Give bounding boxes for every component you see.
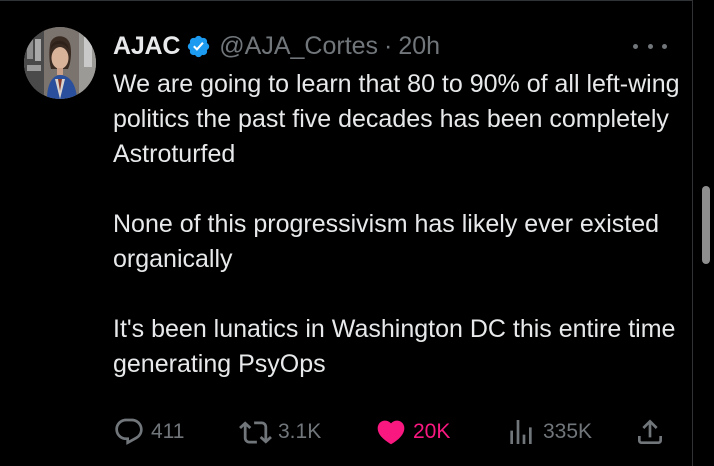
more-dot (647, 43, 653, 49)
scrollbar-thumb[interactable] (702, 186, 710, 264)
repost-button[interactable]: 3.1K (239, 414, 321, 450)
analytics-icon (510, 420, 532, 444)
reply-button[interactable]: 411 (113, 414, 184, 450)
avatar[interactable] (24, 27, 96, 99)
reply-icon (115, 418, 143, 445)
repost-icon (239, 420, 272, 444)
views-button[interactable]: 335K (505, 414, 592, 450)
tweet-timestamp[interactable]: 20h (398, 32, 440, 61)
verified-badge-icon (186, 34, 211, 59)
tweet-paragraph: None of this progressivism has likely ev… (113, 210, 660, 273)
like-count: 20K (413, 420, 451, 443)
repost-count: 3.1K (278, 420, 322, 443)
author-name[interactable]: AJAC (113, 32, 180, 61)
tweet-paragraph: We are going to learn that 80 to 90% of … (113, 70, 680, 168)
more-dot (662, 43, 667, 49)
reply-count: 411 (151, 420, 185, 443)
tweet-header: AJAC @AJA_Cortes · 20h (113, 28, 440, 64)
tweet-text: We are going to learn that 80 to 90% of … (113, 67, 688, 382)
tweet-screenshot: AJAC @AJA_Cortes · 20h We are going to l… (0, 0, 714, 466)
share-button[interactable] (634, 414, 666, 450)
header-separator: · (384, 31, 393, 60)
share-icon (638, 419, 662, 444)
top-divider (0, 0, 693, 1)
more-dot (633, 43, 638, 49)
timeline-divider (692, 0, 693, 466)
heart-icon (377, 420, 405, 445)
tweet-actions: 411 3.1K 20K 335K (113, 414, 673, 450)
like-button[interactable]: 20K (375, 414, 450, 450)
tweet-paragraph: It's been lunatics in Washington DC this… (113, 315, 676, 378)
views-count: 335K (543, 420, 593, 443)
author-handle[interactable]: @AJA_Cortes (219, 32, 378, 61)
avatar-photo (24, 27, 96, 99)
more-options-icon[interactable] (633, 36, 667, 56)
